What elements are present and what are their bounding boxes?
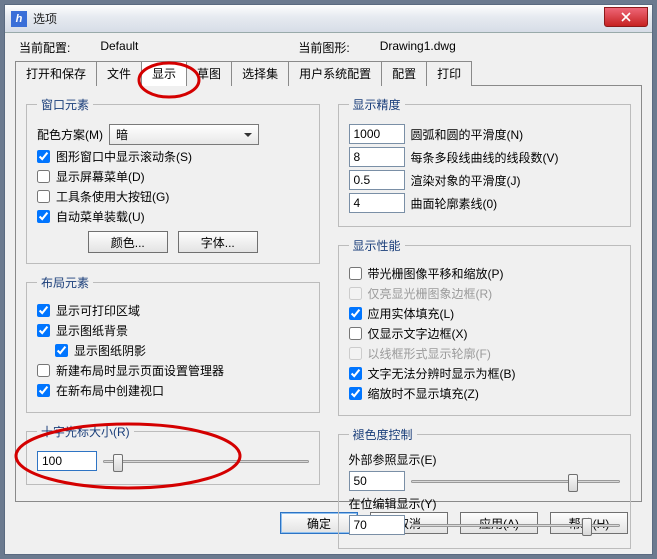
window-title: 选项 (33, 10, 57, 27)
xref-fade-slider[interactable] (411, 471, 621, 491)
screen-menu-checkbox[interactable]: 显示屏幕菜单(D) (37, 168, 309, 185)
contour-lines-label: 曲面轮廓素线(0) (411, 195, 498, 212)
tab-files[interactable]: 文件 (96, 61, 142, 86)
window-elements-group: 窗口元素 配色方案(M) 暗 图形窗口中显示滚动条(S) 显示屏幕菜单(D) 工… (26, 96, 320, 264)
no-fill-zoom-checkbox[interactable]: 缩放时不显示填充(Z) (349, 385, 621, 402)
fade-control-legend: 褪色度控制 (349, 426, 417, 443)
display-precision-group: 显示精度 1000 圆弧和圆的平滑度(N) 8 每条多段线曲线的线段数(V) 0.5… (338, 96, 632, 227)
tab-strip: 打开和保存 文件 显示 草图 选择集 用户系统配置 配置 打印 (15, 60, 642, 86)
content-area: 当前配置: Default 当前图形: Drawing1.dwg 打开和保存 文… (5, 33, 652, 554)
titlebar[interactable]: h 选项 (5, 5, 652, 33)
paper-bg-checkbox[interactable]: 显示图纸背景 (37, 322, 309, 339)
true-color-checkbox[interactable]: 文字无法分辨时显示为框(B) (349, 365, 621, 382)
tab-user-preferences[interactable]: 用户系统配置 (288, 61, 382, 86)
slider-thumb[interactable] (113, 454, 123, 472)
right-column: 显示精度 1000 圆弧和圆的平滑度(N) 8 每条多段线曲线的线段数(V) 0.5… (338, 96, 632, 487)
page-setup-checkbox[interactable]: 新建布局时显示页面设置管理器 (37, 362, 309, 379)
scrollbars-checkbox[interactable]: 图形窗口中显示滚动条(S) (37, 148, 309, 165)
fade-control-group: 褪色度控制 外部参照显示(E) 50 在位编辑显示(Y) 70 (338, 426, 632, 549)
slider-thumb[interactable] (582, 518, 592, 536)
config-value: Default (100, 39, 138, 56)
drawing-value: Drawing1.dwg (380, 39, 456, 56)
render-smooth-label: 渲染对象的平滑度(J) (411, 172, 521, 189)
print-area-checkbox[interactable]: 显示可打印区域 (37, 302, 309, 319)
inplace-fade-input[interactable]: 70 (349, 515, 405, 535)
color-scheme-label: 配色方案(M) (37, 126, 103, 143)
drawing-label: 当前图形: (298, 39, 349, 56)
pan-zoom-checkbox[interactable]: 带光栅图像平移和缩放(P) (349, 265, 621, 282)
tab-open-save[interactable]: 打开和保存 (15, 61, 97, 86)
display-performance-legend: 显示性能 (349, 237, 405, 254)
polyline-segments-label: 每条多段线曲线的线段数(V) (411, 149, 559, 166)
font-button[interactable]: 字体... (178, 231, 258, 253)
arc-smooth-label: 圆弧和圆的平滑度(N) (411, 126, 524, 143)
tab-plot[interactable]: 打印 (426, 61, 472, 86)
tab-panel: 窗口元素 配色方案(M) 暗 图形窗口中显示滚动条(S) 显示屏幕菜单(D) 工… (15, 86, 642, 502)
inplace-fade-slider[interactable] (411, 515, 621, 535)
left-column: 窗口元素 配色方案(M) 暗 图形窗口中显示滚动条(S) 显示屏幕菜单(D) 工… (26, 96, 320, 487)
tab-display[interactable]: 显示 (141, 61, 187, 86)
arc-smooth-input[interactable]: 1000 (349, 124, 405, 144)
crosshair-slider[interactable] (103, 451, 309, 471)
display-precision-legend: 显示精度 (349, 96, 405, 113)
wire-outline-checkbox: 以线框形式显示轮廓(F) (349, 345, 621, 362)
color-scheme-select[interactable]: 暗 (109, 124, 259, 145)
window-elements-legend: 窗口元素 (37, 96, 93, 113)
xref-fade-input[interactable]: 50 (349, 471, 405, 491)
layout-elements-group: 布局元素 显示可打印区域 显示图纸背景 显示图纸阴影 新建布局时显示页面设置管理… (26, 274, 320, 413)
paper-shadow-checkbox[interactable]: 显示图纸阴影 (55, 342, 309, 359)
tab-selection[interactable]: 选择集 (231, 61, 289, 86)
xref-fade-label: 外部参照显示(E) (349, 451, 621, 468)
close-icon (621, 12, 631, 22)
color-button[interactable]: 颜色... (88, 231, 168, 253)
polyline-segments-input[interactable]: 8 (349, 147, 405, 167)
header-row: 当前配置: Default 当前图形: Drawing1.dwg (15, 39, 642, 56)
config-label: 当前配置: (19, 39, 70, 56)
solid-fill-checkbox[interactable]: 应用实体填充(L) (349, 305, 621, 322)
layout-elements-legend: 布局元素 (37, 274, 93, 291)
inplace-fade-label: 在位编辑显示(Y) (349, 495, 621, 512)
auto-menu-checkbox[interactable]: 自动菜单装载(U) (37, 208, 309, 225)
tab-profiles[interactable]: 配置 (381, 61, 427, 86)
tab-draft[interactable]: 草图 (186, 61, 232, 86)
slider-thumb[interactable] (568, 474, 578, 492)
contour-lines-input[interactable]: 4 (349, 193, 405, 213)
display-performance-group: 显示性能 带光栅图像平移和缩放(P) 仅亮显光栅图象边框(R) 应用实体填充(L… (338, 237, 632, 416)
crosshair-group: 十字光标大小(R) 100 (26, 423, 320, 485)
text-frame-checkbox[interactable]: 仅显示文字边框(X) (349, 325, 621, 342)
crosshair-legend: 十字光标大小(R) (37, 423, 134, 440)
highlight-frame-checkbox: 仅亮显光栅图象边框(R) (349, 285, 621, 302)
big-buttons-checkbox[interactable]: 工具条使用大按钮(G) (37, 188, 309, 205)
render-smooth-input[interactable]: 0.5 (349, 170, 405, 190)
close-button[interactable] (604, 7, 648, 27)
options-dialog: h 选项 当前配置: Default 当前图形: Drawing1.dwg 打开… (4, 4, 653, 555)
create-viewport-checkbox[interactable]: 在新布局中创建视口 (37, 382, 309, 399)
crosshair-input[interactable]: 100 (37, 451, 97, 471)
app-icon: h (11, 11, 27, 27)
